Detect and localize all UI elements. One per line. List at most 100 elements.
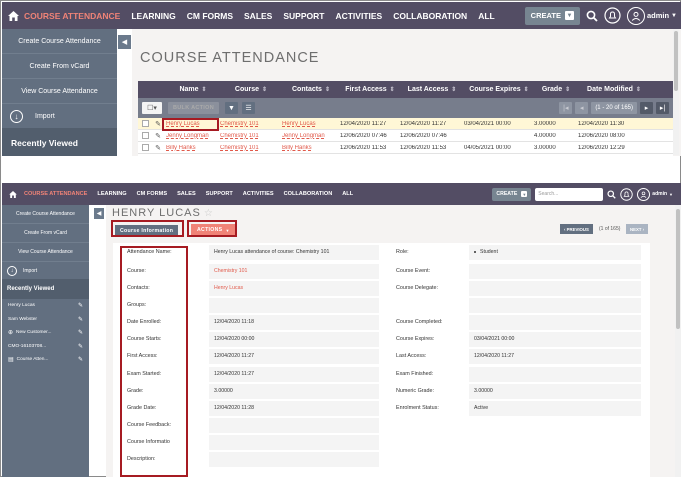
field-value[interactable]: Chemistry 101 (214, 268, 247, 274)
column-header-grade[interactable]: Grade ⇕ (534, 86, 578, 93)
next-page-button[interactable]: ▸ (640, 102, 653, 114)
plus-circle-icon: ⊕ (8, 330, 14, 337)
table-cell[interactable]: Chemistry 101 (220, 145, 282, 151)
field-value: 3.00000 (214, 388, 233, 394)
pencil-icon[interactable]: ✎ (78, 316, 83, 323)
pencil-icon[interactable]: ✎ (78, 343, 83, 350)
nav-collaboration[interactable]: COLLABORATION (393, 11, 467, 21)
collapse-sidebar-icon[interactable]: ◀ (94, 208, 104, 219)
sidebar-view-course-attendance[interactable]: View Course Attendance (2, 79, 117, 104)
sort-icon: ⇕ (324, 87, 330, 93)
nav-support[interactable]: SUPPORT (283, 11, 324, 21)
top-nav: COURSE ATTENDANCE LEARNING CM FORMS SALE… (2, 183, 681, 205)
collapse-sidebar-icon[interactable]: ◀ (118, 35, 131, 49)
bulk-action-button[interactable]: BULK ACTION (168, 102, 219, 114)
column-header-last-access[interactable]: Last Access ⇕ (400, 86, 464, 93)
column-header-name[interactable]: Name ⇕ (164, 86, 220, 93)
scrollbar-thumb[interactable] (676, 209, 680, 329)
detail-row: Course Feedback: (113, 418, 650, 433)
bell-icon[interactable] (620, 187, 633, 201)
column-header-date-modified[interactable]: Date Modified ⇕ (578, 86, 650, 93)
select-all-dropdown[interactable]: ☐▾ (142, 102, 162, 114)
recent-item[interactable]: CMO-16103708... ✎ (2, 340, 89, 354)
search-input[interactable]: Search... (535, 187, 604, 201)
column-header-contacts[interactable]: Contacts ⇕ (282, 86, 340, 93)
scrollbar[interactable] (675, 205, 681, 477)
nav-all[interactable]: ALL (478, 11, 495, 21)
user-menu[interactable]: admin ▼ (637, 187, 673, 201)
pencil-icon[interactable]: ✎ (155, 120, 161, 128)
bell-icon[interactable] (604, 7, 621, 24)
home-icon[interactable] (2, 190, 24, 198)
nav-cm-forms[interactable]: CM FORMS (187, 11, 233, 21)
next-record-button[interactable]: NEXT › (626, 224, 649, 234)
pencil-icon[interactable]: ✎ (155, 132, 161, 140)
first-page-button[interactable]: |◂ (559, 102, 573, 114)
create-button[interactable]: CREATE ▼ (524, 6, 580, 25)
sidebar-create-from-vcard[interactable]: Create From vCard (2, 224, 89, 243)
search-icon[interactable] (586, 10, 598, 22)
table-cell[interactable]: Billy Hanks (282, 145, 340, 151)
user-menu[interactable]: admin ▼ (626, 6, 677, 25)
home-icon[interactable] (2, 10, 24, 21)
last-page-button[interactable]: ▸| (656, 102, 669, 114)
column-header-course-expires[interactable]: Course Expires ⇕ (464, 86, 534, 93)
nav-sales[interactable]: SALES (177, 191, 196, 197)
search-icon[interactable] (607, 189, 617, 199)
table-cell[interactable]: Chemistry 101 (220, 121, 282, 127)
previous-record-button[interactable]: ‹ PREVIOUS (560, 224, 593, 234)
sidebar-import[interactable]: ↓ Import (2, 104, 117, 128)
nav-activities[interactable]: ACTIVITIES (335, 11, 382, 21)
nav-cm-forms[interactable]: CM FORMS (137, 191, 167, 197)
sidebar-create-course-attendance[interactable]: Create Course Attendance (2, 205, 89, 224)
row-checkbox[interactable] (141, 144, 149, 151)
table-cell[interactable]: Billy Hanks (164, 145, 220, 151)
highlight-box-fields (120, 246, 188, 477)
top-nav: COURSE ATTENDANCE LEARNING CM FORMS SALE… (2, 2, 681, 29)
field-value[interactable]: Henry Lucas (214, 285, 243, 291)
table-row[interactable]: ✎ Billy Hanks Chemistry 101 Billy Hanks 12/0… (138, 142, 673, 154)
table-row[interactable]: ✎ Jenny Longman Chemistry 101 Jenny Longman… (138, 130, 673, 142)
scrollbar[interactable] (673, 29, 679, 155)
star-icon[interactable]: ☆ (204, 208, 214, 219)
recent-item[interactable]: Sam Webster ✎ (2, 313, 89, 327)
table-cell[interactable]: Henry Lucas (282, 121, 340, 127)
pencil-icon[interactable]: ✎ (78, 302, 83, 309)
field-value: 12/04/2020 11:18 (214, 319, 254, 325)
nav-module-course-attendance[interactable]: COURSE ATTENDANCE (24, 11, 120, 21)
filter-icon[interactable]: ▼ (224, 102, 238, 114)
row-checkbox[interactable] (141, 132, 149, 139)
chevron-right-icon: › (641, 226, 645, 232)
table-cell[interactable]: Jenny Longman (164, 133, 220, 139)
list-toolbar: ☐▾ BULK ACTION ▼ ☰ |◂ ◂ (1 - 20 of 165) … (138, 98, 673, 118)
recent-item[interactable]: ⊕ New Customer... ✎ (2, 326, 89, 340)
nav-learning[interactable]: LEARNING (131, 11, 175, 21)
sidebar-create-course-attendance[interactable]: Create Course Attendance (2, 29, 117, 54)
prev-page-button[interactable]: ◂ (575, 102, 589, 114)
pencil-icon[interactable]: ✎ (155, 144, 161, 152)
column-header-first-access[interactable]: First Access ⇕ (340, 86, 400, 93)
column-header-course[interactable]: Course ⇕ (220, 86, 282, 93)
table-cell[interactable]: Chemistry 101 (220, 133, 282, 139)
table-cell: 12/06/2020 11:53 (400, 144, 447, 151)
scrollbar-thumb[interactable] (674, 31, 678, 91)
nav-all[interactable]: ALL (342, 191, 353, 197)
create-button[interactable]: CREATE ▼ (492, 187, 532, 201)
pencil-icon[interactable]: ✎ (78, 356, 83, 363)
row-checkbox[interactable] (141, 120, 149, 127)
sidebar-view-course-attendance[interactable]: View Course Attendance (2, 243, 89, 262)
recent-item[interactable]: ▤ Course Atten... ✎ (2, 353, 89, 367)
table-cell[interactable]: Jenny Longman (282, 133, 340, 139)
sidebar-import[interactable]: ↓ Import (2, 262, 89, 279)
nav-learning[interactable]: LEARNING (97, 191, 126, 197)
list-icon[interactable]: ☰ (241, 102, 255, 114)
nav-support[interactable]: SUPPORT (206, 191, 233, 197)
recent-item[interactable]: Henry Lucas ✎ (2, 299, 89, 313)
pencil-icon[interactable]: ✎ (78, 329, 83, 336)
sidebar-create-from-vcard[interactable]: Create From vCard (2, 54, 117, 79)
nav-activities[interactable]: ACTIVITIES (243, 191, 274, 197)
nav-sales[interactable]: SALES (244, 11, 272, 21)
nav-collaboration[interactable]: COLLABORATION (284, 191, 333, 197)
user-name: admin (646, 11, 670, 20)
nav-module-course-attendance[interactable]: COURSE ATTENDANCE (24, 191, 87, 197)
